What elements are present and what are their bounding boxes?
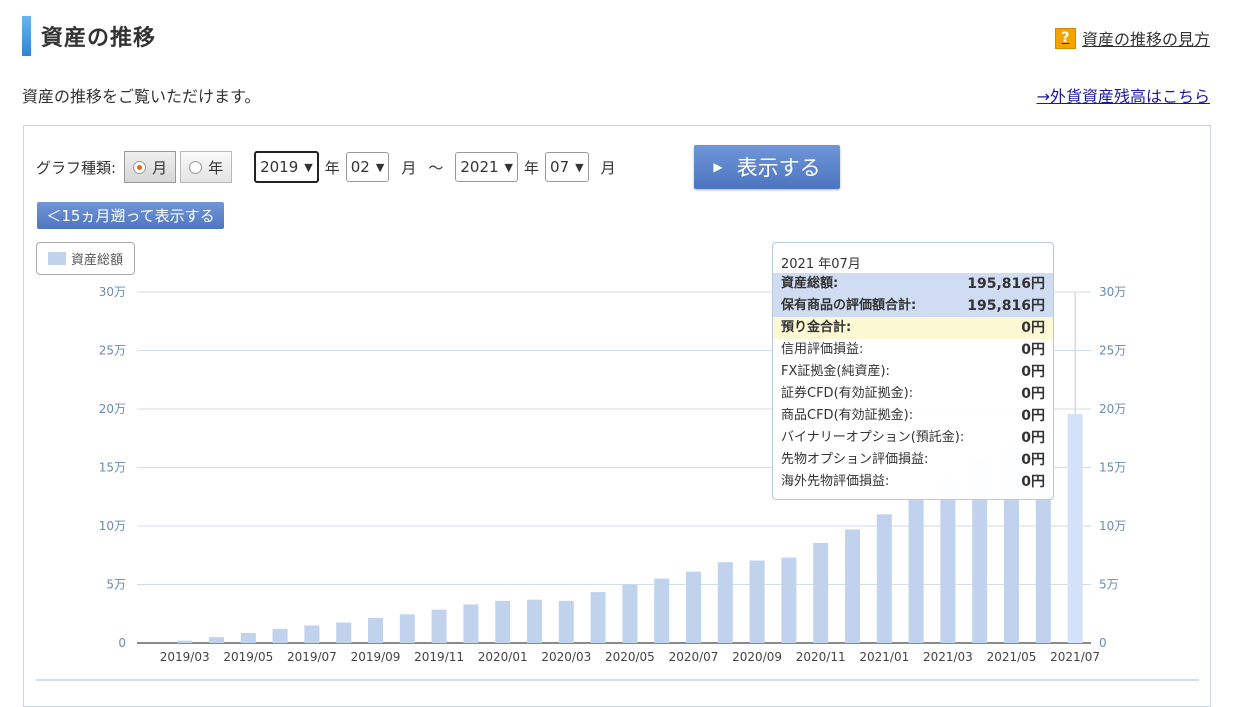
tooltip-row-label: 資産総額: [781,276,839,291]
bar-2020/02 [527,599,542,643]
bar-2019/08 [336,622,352,643]
x-tick-label: 2020/05 [605,650,655,664]
tooltip-row-label: 商品CFD(有効証拠金): [781,408,914,423]
bar-2019/04 [209,637,224,643]
tooltip-row-value: 195,816円 [967,276,1045,292]
y-tick-label-right: 5万 [1099,578,1119,592]
bar-2019/06 [272,628,288,643]
tooltip-row-label: 先物オプション評価損益: [781,452,929,467]
bar-2019/09 [368,617,383,643]
bar-2020/01 [495,600,511,643]
x-tick-label: 2020/11 [796,650,846,664]
tooltip-row-value: 0円 [1021,474,1045,490]
x-tick-label: 2021/03 [923,650,973,664]
bar-2021/02 [908,495,924,643]
x-tick-label: 2019/11 [414,650,464,664]
tooltip-row: バイナリーオプション(預託金): 0円 [773,427,1053,449]
tooltip-row: FX証拠金(純資産): 0円 [773,361,1053,383]
x-tick-label: 2021/05 [987,650,1037,664]
y-tick-label-right: 25万 [1099,344,1126,358]
tooltip-row-value: 0円 [1021,320,1045,336]
tooltip-row: 資産総額: 195,816円 [773,273,1053,295]
y-tick-label-right: 15万 [1099,461,1126,475]
x-tick-label: 2019/09 [351,650,401,664]
tooltip-row-label: 証券CFD(有効証拠金): [781,386,914,401]
y-tick-label-left: 20万 [99,402,126,416]
bar-2020/05 [622,584,638,643]
tooltip-row-label: 預り金合計: [781,320,852,335]
bar-2020/03 [558,600,574,643]
tooltip-row-value: 0円 [1021,386,1045,402]
tooltip-row-value: 195,816円 [967,298,1045,314]
tooltip-row-value: 0円 [1021,408,1045,424]
tooltip-row: 海外先物評価損益: 0円 [773,471,1053,493]
bar-2019/05 [240,633,256,643]
y-tick-label-left: 25万 [99,344,126,358]
bar-2019/07 [304,625,320,643]
tooltip-row-value: 0円 [1021,430,1045,446]
bar-2020/08 [717,562,733,643]
bar-2020/10 [781,557,797,643]
x-tick-label: 2019/03 [160,650,210,664]
bar-2020/12 [845,529,860,643]
bar-2021/01 [876,514,892,643]
tooltip-row: 商品CFD(有効証拠金): 0円 [773,405,1053,427]
tooltip-row-label: バイナリーオプション(預託金): [781,430,965,445]
bar-2020/07 [686,571,701,643]
bar-2020/06 [654,578,670,643]
tooltip-row: 先物オプション評価損益: 0円 [773,449,1053,471]
bar-2021/03 [940,476,956,643]
tooltip-row: 保有商品の評価額合計: 195,816円 [773,295,1053,317]
bar-2020/04 [590,592,606,643]
tooltip-date: 2021 年07月 [781,257,861,272]
tooltip-row-label: 海外先物評価損益: [781,474,890,489]
bar-2020/11 [813,542,829,643]
y-tick-label-left: 10万 [99,519,126,533]
x-tick-label: 2020/07 [669,650,719,664]
tooltip-row-label: FX証拠金(純資産): [781,364,890,379]
tooltip-row: 証券CFD(有効証拠金): 0円 [773,383,1053,405]
tooltip-row-label: 信用評価損益: [781,342,864,357]
y-tick-label-left: 30万 [99,285,126,299]
tooltip-row-value: 0円 [1021,342,1045,358]
y-tick-label-right: 10万 [1099,519,1126,533]
y-tick-label-left: 0 [118,636,126,650]
tooltip-row-label: 保有商品の評価額合計: [781,298,917,313]
tooltip-row: 預り金合計: 0円 [773,317,1053,339]
y-tick-label-right: 0 [1099,636,1107,650]
tooltip-row-value: 0円 [1021,364,1045,380]
bar-2020/09 [749,560,765,643]
x-tick-label: 2021/01 [859,650,909,664]
bar-2019/11 [431,609,447,643]
tooltip-row-value: 0円 [1021,452,1045,468]
x-tick-label: 2020/03 [541,650,591,664]
y-tick-label-right: 30万 [1099,285,1126,299]
x-tick-label: 2020/01 [478,650,528,664]
bar-2019/10 [399,614,415,643]
x-tick-label: 2019/07 [287,650,337,664]
chart-tooltip: 2021 年07月 資産総額: 195,816円 保有商品の評価額合計: 195,81… [772,242,1054,500]
x-tick-label: 2019/05 [223,650,273,664]
x-tick-label: 2021/07 [1050,650,1100,664]
x-tick-label: 2020/09 [732,650,782,664]
bottom-divider [36,679,1199,681]
bar-2021/07 [1067,413,1083,643]
y-tick-label-right: 20万 [1099,402,1126,416]
asset-chart: 0 0 5万 5万 10万 10万 15万 15万 20万 20万 25万 25万 30万 30万 2019… [99,285,1127,664]
bar-2019/03 [177,640,193,643]
bar-2019/12 [463,604,479,643]
y-tick-label-left: 5万 [106,578,126,592]
y-tick-label-left: 15万 [99,461,126,475]
tooltip-row: 信用評価損益: 0円 [773,339,1053,361]
